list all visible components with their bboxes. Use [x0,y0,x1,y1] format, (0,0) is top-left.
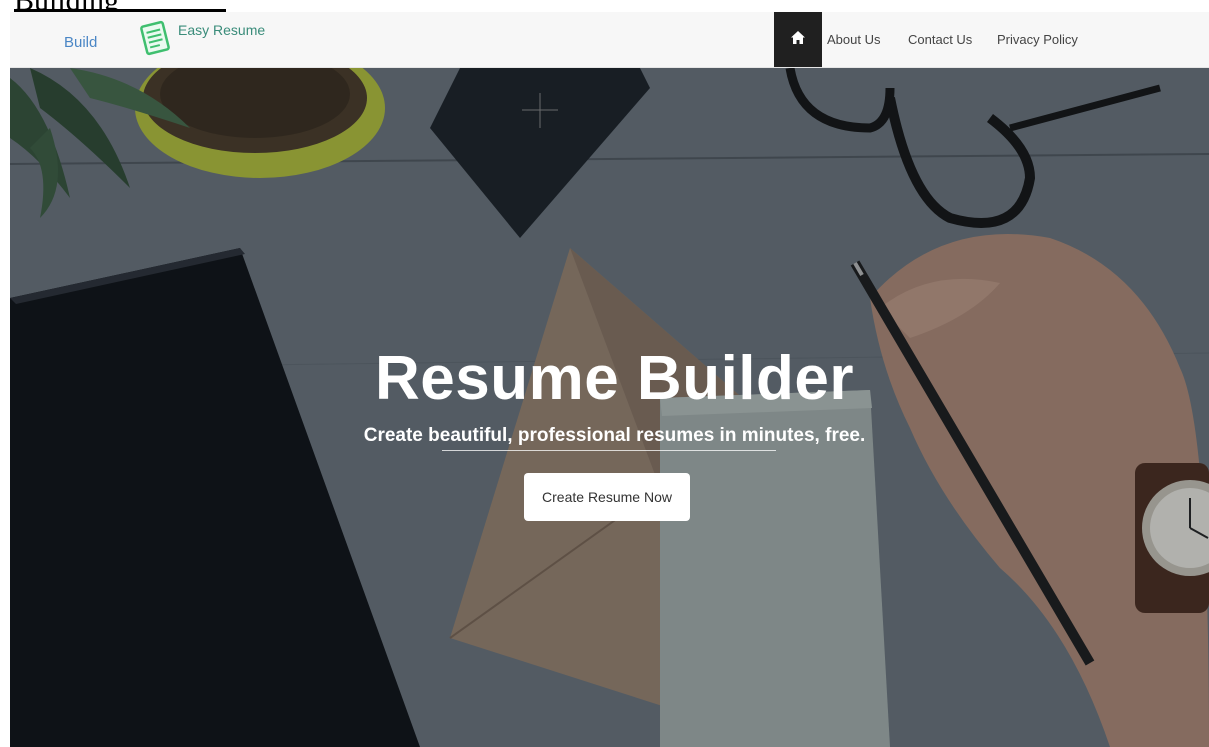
page: Building Build Easy Resume A [0,0,1209,747]
nav-link-contact-us[interactable]: Contact Us [908,32,972,47]
hero-divider [442,450,776,451]
hero-subtitle: Create beautiful, professional resumes i… [363,425,866,446]
hero-title: Resume Builder [374,343,855,413]
home-icon [791,30,805,49]
nav-link-privacy-policy[interactable]: Privacy Policy [997,32,1078,47]
create-resume-button[interactable]: Create Resume Now [524,473,690,521]
navbar: Build Easy Resume About Us Contact Us Pr… [10,12,1209,68]
brand-prefix[interactable]: Build [64,34,97,51]
brand-name[interactable]: Easy Resume [178,22,265,38]
hero-section: Resume Builder Create beautiful, profess… [10,68,1209,747]
nav-link-about-us[interactable]: About Us [827,32,880,47]
nav-home-button[interactable] [774,12,822,67]
resume-logo-icon[interactable] [138,20,172,56]
